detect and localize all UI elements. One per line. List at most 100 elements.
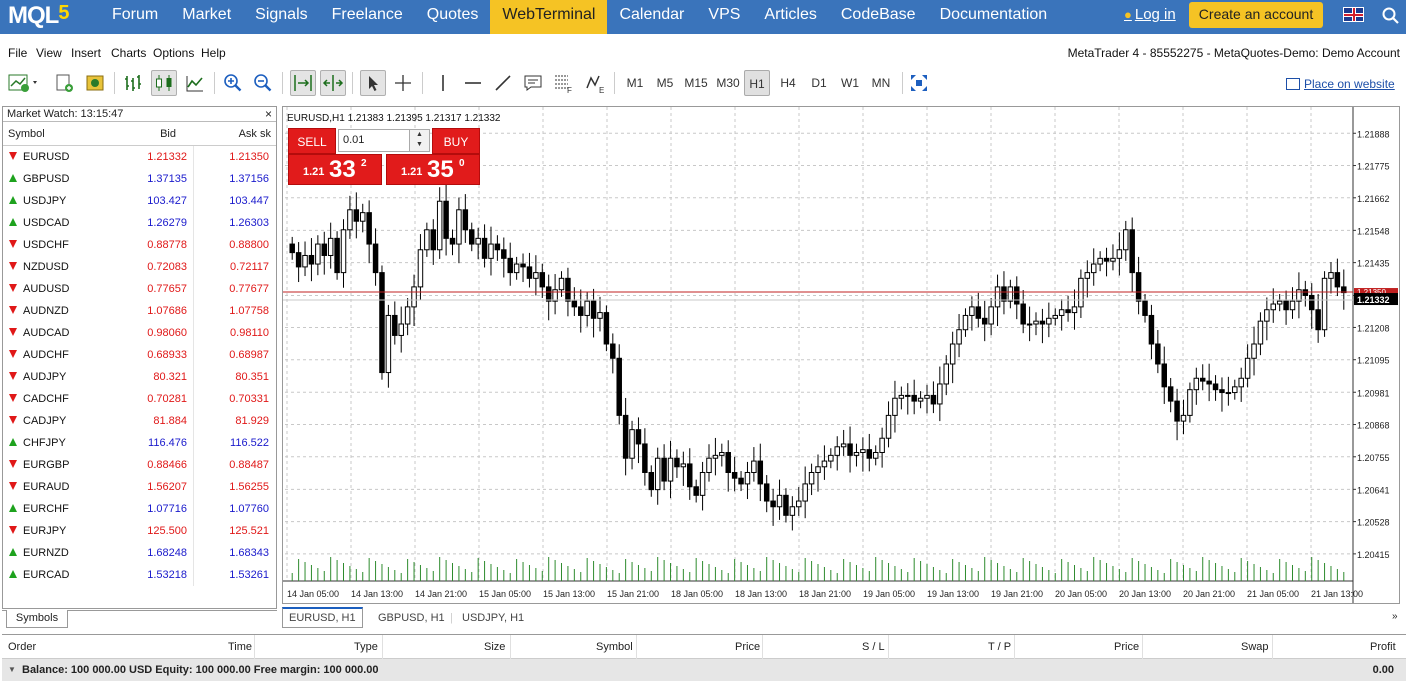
line-chart-icon[interactable]	[182, 70, 208, 96]
market-watch-row[interactable]: CHFJPY 116.476 116.522	[3, 432, 276, 454]
col-type[interactable]: Type	[354, 641, 378, 653]
candlestick-chart-icon[interactable]	[151, 70, 177, 96]
tabs-scroll-icon[interactable]: »	[1392, 611, 1398, 622]
elliott-icon[interactable]: E	[582, 70, 608, 96]
bar-chart-icon[interactable]	[120, 70, 146, 96]
market-watch-row[interactable]: AUDCAD 0.98060 0.98110	[3, 322, 276, 344]
market-watch-row[interactable]: EURJPY 125.500 125.521	[3, 520, 276, 542]
market-watch-row[interactable]: CADJPY 81.884 81.929	[3, 410, 276, 432]
timeframe-m5[interactable]: M5	[652, 70, 678, 96]
col-size[interactable]: Size	[484, 641, 505, 653]
market-watch-row[interactable]: USDCHF 0.88778 0.88800	[3, 234, 276, 256]
nav-calendar[interactable]: Calendar	[607, 0, 696, 34]
timeframe-m15[interactable]: M15	[682, 70, 710, 96]
trendline-icon[interactable]	[490, 70, 516, 96]
nav-documentation[interactable]: Documentation	[928, 0, 1060, 34]
buy-price[interactable]: 1.21 35 0	[386, 154, 480, 185]
uk-flag-icon[interactable]	[1343, 7, 1364, 22]
timeframe-m1[interactable]: M1	[622, 70, 648, 96]
market-watch-row[interactable]: AUDUSD 0.77657 0.77677	[3, 278, 276, 300]
auto-scroll-icon[interactable]	[290, 70, 316, 96]
market-watch-row[interactable]: EURAUD 1.56207 1.56255	[3, 476, 276, 498]
zoom-out-icon[interactable]	[250, 70, 276, 96]
place-on-website-link[interactable]: Place on website	[1286, 77, 1395, 91]
market-watch-row[interactable]: GBPUSD 1.37135 1.37156	[3, 168, 276, 190]
cursor-icon[interactable]	[360, 70, 386, 96]
new-chart-icon[interactable]	[6, 70, 42, 96]
close-icon[interactable]: ×	[265, 107, 272, 121]
timeframe-w1[interactable]: W1	[837, 70, 863, 96]
nav-freelance[interactable]: Freelance	[320, 0, 415, 34]
nav-codebase[interactable]: CodeBase	[829, 0, 928, 34]
col-time[interactable]: Time	[228, 641, 252, 653]
sell-price[interactable]: 1.21 33 2	[288, 154, 382, 185]
menu-help[interactable]: Help	[201, 46, 226, 60]
profiles-icon[interactable]	[52, 70, 78, 96]
market-watch-row[interactable]: EURCAD 1.53218 1.53261	[3, 564, 276, 586]
menu-view[interactable]: View	[36, 46, 62, 60]
col-price[interactable]: Price	[735, 641, 760, 653]
menu-charts[interactable]: Charts	[111, 46, 146, 60]
market-watch-row[interactable]: AUDNZD 1.07686 1.07758	[3, 300, 276, 322]
zoom-in-icon[interactable]	[220, 70, 246, 96]
market-watch-row[interactable]: EURUSD 1.21332 1.21350	[3, 146, 276, 168]
lot-size-input[interactable]: 0.01 ▲ ▼	[338, 129, 430, 152]
timeframe-d1[interactable]: D1	[806, 70, 832, 96]
market-watch-row[interactable]: NZDUSD 0.72083 0.72117	[3, 256, 276, 278]
col-symbol[interactable]: Symbol	[8, 128, 45, 140]
market-watch-row[interactable]: EURGBP 0.88466 0.88487	[3, 454, 276, 476]
mql5-logo[interactable]: MQL5	[8, 2, 69, 30]
market-watch-row[interactable]: USDJPY 103.427 103.447	[3, 190, 276, 212]
fullscreen-icon[interactable]	[906, 70, 932, 96]
nav-vps[interactable]: VPS	[696, 0, 752, 34]
search-icon[interactable]	[1381, 6, 1401, 26]
tab-symbols[interactable]: Symbols	[6, 610, 68, 628]
nav-quotes[interactable]: Quotes	[415, 0, 491, 34]
col-order[interactable]: Order	[8, 641, 36, 653]
trade-terminal-icon[interactable]	[82, 70, 108, 96]
nav-articles[interactable]: Articles	[752, 0, 828, 34]
col-swap[interactable]: Swap	[1241, 641, 1269, 653]
stepper-up-icon[interactable]: ▲	[410, 130, 429, 140]
tab-usdjpy-h1[interactable]: USDJPY, H1	[462, 609, 524, 627]
col-profit[interactable]: Profit	[1370, 641, 1396, 653]
tab-gbpusd-h1[interactable]: GBPUSD, H1	[378, 609, 445, 627]
col-ask[interactable]: Ask sk	[239, 128, 271, 140]
col-bid[interactable]: Bid	[160, 128, 176, 140]
stepper-down-icon[interactable]: ▼	[410, 140, 429, 150]
lot-stepper[interactable]: ▲ ▼	[409, 130, 429, 151]
nav-forum[interactable]: Forum	[100, 0, 170, 34]
nav-market[interactable]: Market	[170, 0, 243, 34]
menu-options[interactable]: Options	[153, 46, 194, 60]
tab-eurusd-h1[interactable]: EURUSD, H1	[282, 607, 363, 628]
nav-signals[interactable]: Signals	[243, 0, 319, 34]
login-link[interactable]: ● Log in	[1124, 6, 1176, 23]
collapse-icon[interactable]: ▼	[8, 665, 16, 674]
menu-insert[interactable]: Insert	[71, 46, 101, 60]
crosshair-icon[interactable]	[390, 70, 416, 96]
market-watch-row[interactable]: CADCHF 0.70281 0.70331	[3, 388, 276, 410]
sell-button[interactable]: SELL	[288, 128, 336, 154]
text-label-icon[interactable]	[520, 70, 546, 96]
market-watch-row[interactable]: EURCHF 1.07716 1.07760	[3, 498, 276, 520]
timeframe-h1[interactable]: H1	[744, 70, 770, 96]
create-account-button[interactable]: Create an account	[1189, 2, 1323, 28]
fibonacci-icon[interactable]: F	[550, 70, 576, 96]
col-tp[interactable]: T / P	[988, 641, 1011, 653]
timeframe-m30[interactable]: M30	[714, 70, 742, 96]
market-watch-row[interactable]: AUDCHF 0.68933 0.68987	[3, 344, 276, 366]
market-watch-row[interactable]: USDCAD 1.26279 1.26303	[3, 212, 276, 234]
timeframe-mn[interactable]: MN	[868, 70, 894, 96]
col-sl[interactable]: S / L	[862, 641, 885, 653]
col-price-current[interactable]: Price	[1114, 641, 1139, 653]
col-symbol[interactable]: Symbol	[596, 641, 633, 653]
market-watch-row[interactable]: AUDJPY 80.321 80.351	[3, 366, 276, 388]
horizontal-line-icon[interactable]	[460, 70, 486, 96]
nav-webterminal[interactable]: WebTerminal	[490, 0, 608, 34]
buy-button[interactable]: BUY	[432, 128, 480, 154]
chart-shift-icon[interactable]	[320, 70, 346, 96]
timeframe-h4[interactable]: H4	[775, 70, 801, 96]
vertical-line-icon[interactable]	[430, 70, 456, 96]
market-watch-row[interactable]: EURNZD 1.68248 1.68343	[3, 542, 276, 564]
balance-row[interactable]: ▼ Balance: 100 000.00 USD Equity: 100 00…	[2, 659, 1406, 681]
